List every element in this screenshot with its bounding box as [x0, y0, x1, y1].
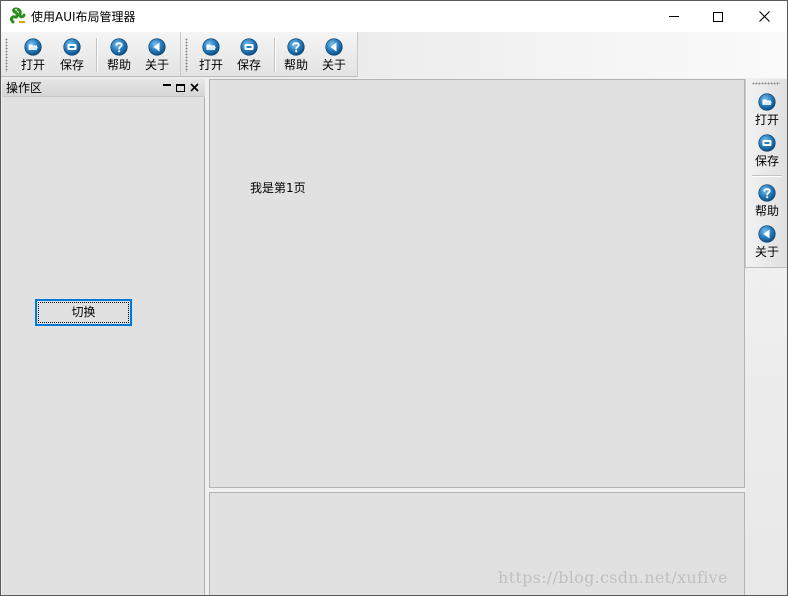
vtb-help-button[interactable]: 帮助: [748, 184, 786, 218]
minimize-icon: [669, 16, 679, 17]
tb1-help-button[interactable]: 帮助: [100, 36, 138, 74]
tb2-about-label: 关于: [321, 58, 346, 72]
panel-caption-bar[interactable]: 操作区: [2, 79, 205, 97]
vertical-toolbar: 打开 保存 帮助 关于: [745, 79, 787, 268]
center-page: 我是第1页: [209, 79, 745, 488]
snake-app-icon: [10, 7, 26, 24]
panel-maximize-button[interactable]: [174, 81, 186, 94]
maximize-button[interactable]: [695, 1, 741, 32]
operation-panel: 操作区 切换: [2, 79, 205, 595]
back-arrow-icon: [325, 38, 343, 56]
tb1-open-button[interactable]: 打开: [14, 36, 52, 74]
help-icon: [110, 38, 128, 56]
toolbar-gripper[interactable]: [185, 38, 188, 72]
open-folder-icon: [758, 93, 776, 111]
toolbar-1: 打开 保存 帮助 关于: [1, 32, 181, 77]
tb2-about-button[interactable]: 关于: [315, 36, 353, 74]
tb2-open-button[interactable]: 打开: [192, 36, 230, 74]
save-icon: [63, 38, 81, 56]
vtb-save-label: 保存: [754, 154, 779, 168]
panel-caption-title: 操作区: [6, 81, 43, 95]
back-arrow-icon: [758, 225, 776, 243]
save-icon: [240, 38, 258, 56]
right-dock: 打开 保存 帮助 关于: [745, 79, 787, 595]
close-icon: [758, 11, 770, 22]
switch-button[interactable]: 切换: [35, 299, 132, 326]
close-button[interactable]: [741, 1, 787, 32]
vtb-help-label: 帮助: [754, 204, 779, 218]
vtb-about-label: 关于: [754, 245, 779, 259]
page-label: 我是第1页: [250, 181, 306, 195]
title-bar[interactable]: 使用AUI布局管理器: [1, 1, 787, 32]
toolbar-separator: [752, 175, 782, 176]
tb1-save-button[interactable]: 保存: [53, 36, 91, 74]
tb1-about-button[interactable]: 关于: [138, 36, 176, 74]
toolbar-gripper[interactable]: [5, 38, 8, 72]
minimize-button[interactable]: [651, 1, 697, 32]
panel-close-button[interactable]: [188, 81, 200, 94]
open-folder-icon: [202, 38, 220, 56]
open-folder-icon: [24, 38, 42, 56]
watermark: https://blog.csdn.net/xufive: [498, 568, 728, 587]
toolbar-2: 打开 保存 帮助 关于: [181, 32, 358, 77]
vtb-about-button[interactable]: 关于: [748, 225, 786, 259]
tb2-open-label: 打开: [198, 58, 223, 72]
vtb-open-button[interactable]: 打开: [748, 93, 786, 127]
help-icon: [287, 38, 305, 56]
close-icon: [189, 83, 199, 92]
back-arrow-icon: [148, 38, 166, 56]
tb1-save-label: 保存: [59, 58, 84, 72]
maximize-icon: [713, 11, 723, 22]
tb2-save-label: 保存: [236, 58, 261, 72]
minimize-icon: [163, 83, 171, 86]
maximize-icon: [175, 83, 185, 92]
tb1-about-label: 关于: [144, 58, 169, 72]
vtb-save-button[interactable]: 保存: [748, 134, 786, 168]
tb2-help-button[interactable]: 帮助: [277, 36, 315, 74]
save-icon: [758, 134, 776, 152]
toolbar-gripper[interactable]: [752, 82, 780, 85]
tb2-save-button[interactable]: 保存: [230, 36, 268, 74]
toolbar-separator: [96, 38, 97, 72]
panel-minimize-button[interactable]: [161, 81, 173, 94]
app-window: 使用AUI布局管理器 打开 保存 帮助 关于 打开 保存 帮助 关于 操作区 切…: [0, 0, 788, 596]
tb2-help-label: 帮助: [283, 58, 308, 72]
vtb-open-label: 打开: [754, 113, 779, 127]
window-title: 使用AUI布局管理器: [31, 10, 136, 24]
tb1-open-label: 打开: [20, 58, 45, 72]
tb1-help-label: 帮助: [106, 58, 131, 72]
toolbar-separator: [274, 38, 275, 72]
toolbar-dock: 打开 保存 帮助 关于 打开 保存 帮助 关于: [1, 32, 787, 78]
help-icon: [758, 184, 776, 202]
